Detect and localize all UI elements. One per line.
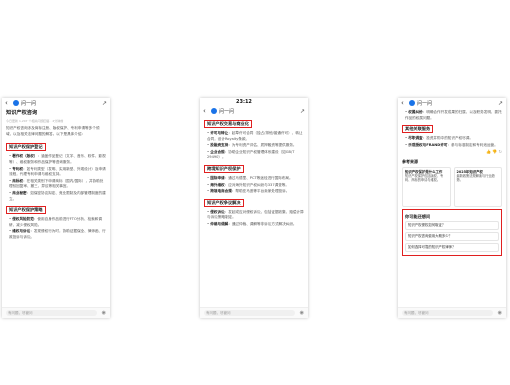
bullet-text: ：在相关类别下申请商标（国内/国际），并协助处理驳回复审、撤三、异议等相关事宜。 xyxy=(9,178,104,189)
bullet-term: 侵权诉讼 xyxy=(210,209,225,214)
related-title: 参考来源 xyxy=(402,158,418,164)
page-title: 知识产权咨询 xyxy=(6,110,38,116)
bullet-term: 著作权（版权） xyxy=(12,154,38,159)
bullet-item: • 商标权：在相关类别下申请商标（国内/国际），并协助处理驳回复审、撤三、异议等… xyxy=(6,179,106,190)
section-heading-1: 知识产权保护登记 xyxy=(6,143,46,152)
bullet-item: • 国际申请：通过马德里、PCT等途径进行国际布局。 xyxy=(204,176,304,182)
bullet-item: • 乐观授权与FRAND许可：参与标准制定和专利池运营。 xyxy=(402,143,502,149)
bottom-bar: 有问题，尽管问 ◉ xyxy=(398,307,506,318)
back-arrow-icon[interactable]: ‹ xyxy=(203,107,211,115)
bullet-text: ：为专利资产评估、质押融资等提供服务。 xyxy=(228,143,297,148)
bullet-item: • 投融资支持：为专利资产评估、质押融资等提供服务。 xyxy=(204,143,304,149)
app-name: 问一问 xyxy=(417,100,433,107)
back-arrow-icon[interactable]: ‹ xyxy=(401,99,409,107)
section-heading-2: 跨境知识产权保护 xyxy=(204,164,244,173)
bullet-text: ：帮助亚马逊等平台卖家处理投诉。 xyxy=(231,189,290,194)
bullet-item: • 仲裁与调解：通过仲裁、调解等非诉讼方式解决纠纷。 xyxy=(204,222,304,228)
bullet-item: • 著作权（版权）：涵盖作品登记（文字、音乐、软件、影视等）、维权服务和作品保护… xyxy=(6,154,106,165)
bullet-item: • 权属纠纷：明确合作开发成果的归属，以及职务发明、委托作品的权属问题。 xyxy=(402,110,502,121)
title-bar: ‹ 问一问 ↗ xyxy=(200,106,308,116)
intro-text: 知识产权咨询涉及商标注册、版权保护、专利申请等多个领域，以及相关法律问题的解答。… xyxy=(6,126,100,136)
bullet-item: • 商业秘密：如保密协议拟定、竞业限制及内部管理制度的建立。 xyxy=(6,191,106,202)
bullet-text: ：应对海外知识产权纠纷与337调查等。 xyxy=(224,182,289,187)
app-logo-icon xyxy=(13,100,19,106)
bullet-item: • 企业合规：协助企业知识产权管理体系建设（如GB/T 29490）。 xyxy=(204,150,304,161)
bullet-term: 商标权 xyxy=(12,178,24,183)
back-arrow-icon[interactable]: ‹ xyxy=(5,99,13,107)
status-time: 23:12 xyxy=(236,99,252,105)
app-name: 问一问 xyxy=(219,108,235,115)
section-heading-3: 知识产权争议解决 xyxy=(204,198,244,207)
bullet-term: 投融资支持 xyxy=(210,143,229,148)
mic-icon[interactable]: ◉ xyxy=(102,310,106,316)
bullet-term: 许可与转让 xyxy=(210,131,229,135)
share-icon[interactable]: ↗ xyxy=(102,100,107,107)
bullet-term: 维权与诉讼 xyxy=(12,229,31,234)
bullet-term: 跨境电商合规 xyxy=(210,189,232,194)
ask-title: 你可能还想问 xyxy=(405,213,431,219)
phone-screen-2: 23:12 ‹ 问一问 ↗ 知识产权交易与商业化 • 许可与转让：起草许可合同（… xyxy=(200,98,308,318)
bullet-term: 侵权风险防范 xyxy=(12,217,34,222)
suggested-question[interactable]: 知识产权咨询费用大概多少？ xyxy=(405,232,499,242)
card-text: 知识产权保护包括版权、专利、商标的申请与维权。 xyxy=(405,173,444,183)
bullet-term: 专利权 xyxy=(12,166,24,171)
bullet-text: ：投资并购中的知识产权尽调。 xyxy=(422,136,473,141)
phone-screen-3: ‹ 问一问 ↗ • 权属纠纷：明确合作开发成果的归属，以及职务发明、委托作品的权… xyxy=(398,98,506,318)
mic-icon[interactable]: ◉ xyxy=(498,310,502,316)
reference-card[interactable]: 2025年知识产权 最新政策法规解读与行业趋势。 xyxy=(453,166,502,207)
bullet-term: 海外维权 xyxy=(210,182,225,187)
bullet-item: • 海外维权：应对海外知识产权纠纷与337调查等。 xyxy=(204,183,304,189)
bullet-term: 国际申请 xyxy=(210,175,225,180)
bullet-term: 仲裁与调解 xyxy=(210,221,229,226)
bullet-item: • 许可与转让：起草许可合同（独占/排他/普通许可）、转让合同，设计Royalt… xyxy=(204,131,304,142)
share-icon[interactable]: ↗ xyxy=(300,108,305,115)
bottom-bar: 有问题，尽管问 ◉ xyxy=(200,307,308,318)
mic-icon[interactable]: ◉ xyxy=(300,310,304,316)
meta-info: 今日更新 1,207 个相关问题回答 · 2分钟前 xyxy=(6,118,64,123)
bullet-item: • 侵权风险防范：使用自身作品前进行FTO分析、检索和调研，减少侵权风险。 xyxy=(6,217,106,228)
ask-input[interactable]: 有问题，尽管问 xyxy=(402,310,493,316)
card-text: 最新政策法规解读与行业趋势。 xyxy=(456,173,495,183)
bullet-term: 权属纠纷 xyxy=(408,110,423,114)
section-heading-1: 其他关联服务 xyxy=(402,125,434,134)
bottom-bar: 有问题，尽管问 ◉ xyxy=(2,307,110,318)
reference-card[interactable]: 知识产权保护是什么工作 知识产权保护包括版权、专利、商标的申请与维权。 xyxy=(402,166,451,207)
bullet-term: 尽职调查 xyxy=(408,136,423,141)
title-bar: ‹ 问一问 ↗ xyxy=(398,98,506,108)
app-name: 问一问 xyxy=(21,100,37,107)
reaction-icons[interactable]: 👍 👎 ↻ xyxy=(402,149,502,155)
section-heading-2: 知识产权保护策略 xyxy=(6,206,46,215)
bullet-term: 商业秘密 xyxy=(12,190,27,195)
bullet-item: • 跨境电商合规：帮助亚马逊等平台卖家处理投诉。 xyxy=(204,189,304,195)
ask-input[interactable]: 有问题，尽管问 xyxy=(204,310,295,316)
suggested-question[interactable]: 如何选择可靠的知识产权律师？ xyxy=(405,243,499,253)
bullet-item: • 维权与诉讼：发现侵权行为时，协助证据保全、律师函、行政投诉与诉讼。 xyxy=(6,229,106,240)
section-heading-1: 知识产权交易与商业化 xyxy=(204,120,252,128)
suggested-questions-box: 你可能还想问 知识产权侵权如何取证？ 知识产权咨询费用大概多少？ 如何选择可靠的知识… xyxy=(402,208,502,257)
bullet-text: ：通过仲裁、调解等非诉讼方式解决纠纷。 xyxy=(228,221,297,226)
share-icon[interactable]: ↗ xyxy=(498,100,503,107)
bullet-item: • 尽职调查：投资并购中的知识产权尽调。 xyxy=(402,136,502,142)
app-logo-icon xyxy=(409,100,415,106)
bullet-text: ：参与标准制定和专利池运营。 xyxy=(447,142,498,147)
bullet-item: • 专利权：如专利类型（发明、实用新型、外观设计）及申请流程，代理专利申请与维权… xyxy=(6,167,106,178)
bullet-term: 乐观授权与FRAND许可 xyxy=(408,142,448,147)
app-logo-icon xyxy=(211,108,217,114)
bullet-term: 企业合规 xyxy=(210,149,225,154)
title-bar: ‹ 问一问 ↗ xyxy=(2,98,110,108)
bullet-text: ：如专利类型（发明、实用新型、外观设计）及申请流程，代理专利申请与维权支持。 xyxy=(9,166,106,177)
suggested-question[interactable]: 知识产权侵权如何取证？ xyxy=(405,221,499,231)
phone-screen-1: ‹ 问一问 ↗ 知识产权咨询 今日更新 1,207 个相关问题回答 · 2分钟前… xyxy=(2,98,110,318)
bullet-item: • 侵权诉讼：发起或应对侵权诉讼，包括证据收集、赔偿计算与诉讼策略制定。 xyxy=(204,210,304,221)
ask-input[interactable]: 有问题，尽管问 xyxy=(6,310,97,316)
bullet-text: ：通过马德里、PCT等途径进行国际布局。 xyxy=(224,175,293,180)
